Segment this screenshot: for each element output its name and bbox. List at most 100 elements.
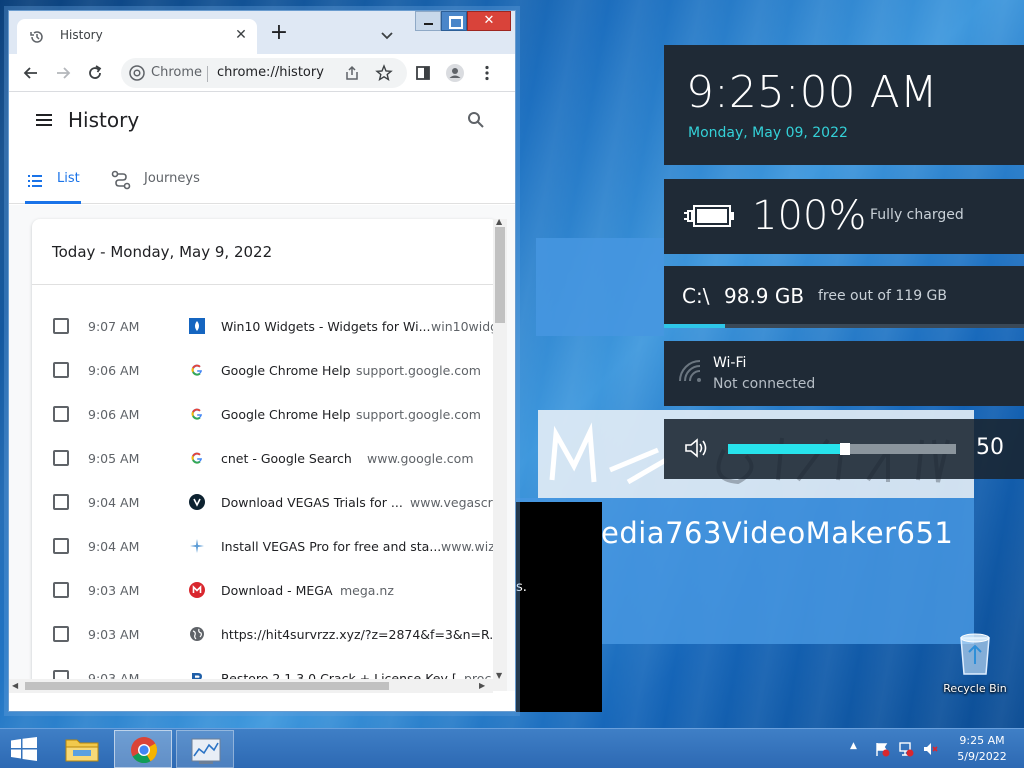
volume-slider-thumb[interactable] <box>840 443 850 455</box>
wifi-widget[interactable]: Wi-Fi Not connected <box>664 341 1024 406</box>
row-checkbox[interactable] <box>53 450 69 466</box>
chrome-window[interactable]: History ✕ + ✕ Chrome chrome://history Hi… <box>8 10 516 712</box>
row-domain: www.vegascre <box>410 495 498 510</box>
row-time: 9:07 AM <box>88 319 140 334</box>
volume-widget[interactable]: 50 <box>664 419 1024 479</box>
black-window-fragment: s. <box>516 502 602 712</box>
taskbar-chrome[interactable] <box>114 730 172 768</box>
drive-widget[interactable]: C:\ 98.9 GB free out of 119 GB <box>664 266 1024 328</box>
row-title[interactable]: Google Chrome Help <box>221 407 351 422</box>
taskbar: ▲ 9:25 AM 5/9/2022 <box>0 728 1024 768</box>
recycle-bin[interactable]: Recycle Bin <box>940 630 1010 695</box>
history-row[interactable]: 9:07 AM Win10 Widgets - Widgets for Wi..… <box>32 305 498 349</box>
history-row[interactable]: 9:06 AM Google Chrome Help support.googl… <box>32 349 498 393</box>
clock-date: Monday, May 09, 2022 <box>688 125 848 141</box>
row-checkbox[interactable] <box>53 538 69 554</box>
row-checkbox[interactable] <box>53 494 69 510</box>
row-title[interactable]: https://hit4survrzz.xyz/?z=2874&f=3&n=R.… <box>221 627 498 642</box>
row-checkbox[interactable] <box>53 362 69 378</box>
vertical-scrollbar[interactable]: ▲ ▼ <box>493 217 507 691</box>
volume-muted-icon[interactable] <box>922 741 938 761</box>
action-center-flag-icon[interactable] <box>874 741 890 761</box>
history-header: History List Journeys <box>9 92 515 204</box>
clock-time: 9:25:00 AM <box>686 67 938 118</box>
mega-icon <box>189 582 205 598</box>
row-title[interactable]: Win10 Widgets - Widgets for Wi... <box>221 319 431 334</box>
tab-history[interactable]: History ✕ <box>17 19 257 54</box>
omnibox-url[interactable]: chrome://history <box>217 65 324 80</box>
history-row[interactable]: 9:04 AM Download VEGAS Trials for ... ww… <box>32 481 498 525</box>
row-checkbox[interactable] <box>53 626 69 642</box>
clock-widget[interactable]: 9:25:00 AM Monday, May 09, 2022 <box>664 45 1024 165</box>
row-checkbox[interactable] <box>53 582 69 598</box>
recycle-bin-icon <box>955 633 995 680</box>
new-tab-button[interactable]: + <box>267 22 291 46</box>
scroll-right-arrow-icon[interactable]: ▶ <box>479 681 485 690</box>
row-checkbox[interactable] <box>53 406 69 422</box>
horizontal-scrollbar[interactable]: ◀ ▶ <box>9 679 493 693</box>
minimize-button[interactable] <box>415 11 441 31</box>
kebab-menu-icon[interactable] <box>477 63 497 83</box>
close-window-button[interactable]: ✕ <box>467 11 511 31</box>
tab-journeys[interactable]: Journeys <box>111 154 221 204</box>
taskbar-date: 5/9/2022 <box>957 750 1007 763</box>
row-title[interactable]: Download - MEGA <box>221 583 333 598</box>
tray-overflow-chevron-icon[interactable]: ▲ <box>850 741 857 751</box>
drive-usage-fill <box>664 324 726 328</box>
history-row[interactable]: 9:05 AM cnet - Google Search www.google.… <box>32 437 498 481</box>
tab-list[interactable]: List <box>25 154 81 204</box>
row-title[interactable]: Google Chrome Help <box>221 363 351 378</box>
scroll-up-arrow-icon[interactable]: ▲ <box>496 217 502 226</box>
history-row[interactable]: 9:03 AM Download - MEGA mega.nz <box>32 569 498 613</box>
recycle-bin-label: Recycle Bin <box>943 682 1007 695</box>
card-divider <box>32 284 498 285</box>
chrome-logo-icon <box>129 65 145 85</box>
taskbar-time: 9:25 AM <box>959 734 1005 747</box>
tab-search-chevron-icon[interactable] <box>377 25 397 45</box>
stray-text: s. <box>516 580 527 595</box>
page-title: History <box>68 108 140 132</box>
horizontal-scrollbar-thumb[interactable] <box>25 682 389 690</box>
vertical-scrollbar-thumb[interactable] <box>495 227 505 323</box>
google-g-icon <box>189 406 205 422</box>
taskbar-clock[interactable]: 9:25 AM 5/9/2022 <box>952 733 1012 765</box>
row-domain: support.google.com <box>356 363 481 378</box>
row-title[interactable]: Download VEGAS Trials for ... <box>221 495 403 510</box>
windows-start-icon[interactable] <box>10 737 38 765</box>
omnibox-separator <box>207 66 208 82</box>
desktop-overlay-text: edia763VideoMaker651 <box>601 516 954 550</box>
wifi-icon <box>678 359 704 387</box>
reload-icon[interactable] <box>85 63 105 83</box>
hamburger-menu-icon[interactable] <box>35 112 53 132</box>
battery-status: Fully charged <box>870 207 964 223</box>
title-bar[interactable]: History ✕ + ✕ <box>9 11 515 54</box>
tab-close-button[interactable]: ✕ <box>231 25 251 45</box>
side-panel-icon[interactable] <box>413 63 433 83</box>
history-row[interactable]: 9:03 AM https://hit4survrzz.xyz/?z=2874&… <box>32 613 498 657</box>
share-icon[interactable] <box>343 64 361 86</box>
back-arrow-icon[interactable] <box>21 63 41 83</box>
network-icon[interactable] <box>898 741 914 761</box>
taskbar-file-explorer[interactable] <box>53 730 111 768</box>
history-row[interactable]: 9:04 AM Install VEGAS Pro for free and s… <box>32 525 498 569</box>
volume-slider[interactable] <box>728 443 956 455</box>
search-icon[interactable] <box>467 111 485 133</box>
battery-widget[interactable]: 100% Fully charged <box>664 179 1024 254</box>
row-domain: win10widg <box>431 319 498 334</box>
scroll-left-arrow-icon[interactable]: ◀ <box>12 681 18 690</box>
address-bar[interactable]: Chrome chrome://history <box>121 58 407 88</box>
row-title[interactable]: cnet - Google Search <box>221 451 352 466</box>
forward-arrow-icon[interactable] <box>53 63 73 83</box>
speaker-icon[interactable] <box>684 437 710 463</box>
history-row[interactable]: 9:06 AM Google Chrome Help support.googl… <box>32 393 498 437</box>
row-checkbox[interactable] <box>53 318 69 334</box>
drive-free-space: 98.9 GB <box>724 284 805 308</box>
history-day-card: Today - Monday, May 9, 2022 9:07 AM Win1… <box>32 219 498 691</box>
taskbar-performance-monitor[interactable] <box>176 730 234 768</box>
bookmark-star-icon[interactable] <box>375 64 393 86</box>
day-header: Today - Monday, May 9, 2022 <box>52 243 273 261</box>
profile-avatar-icon[interactable] <box>445 63 465 83</box>
scroll-down-arrow-icon[interactable]: ▼ <box>496 671 502 680</box>
row-title[interactable]: Install VEGAS Pro for free and sta... <box>221 539 441 554</box>
maximize-button[interactable] <box>441 11 467 31</box>
